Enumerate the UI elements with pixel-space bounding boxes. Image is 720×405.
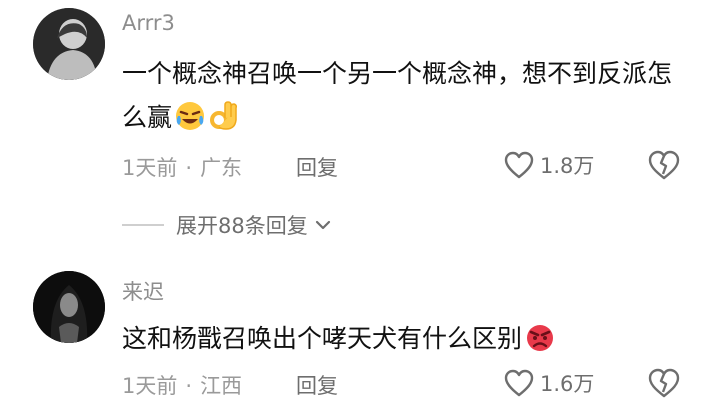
crying-laughing-emoji	[174, 100, 206, 132]
dislike-button[interactable]	[648, 368, 680, 398]
comment-text: 一个概念神召唤一个另一个概念神，想不到反派怎么赢	[122, 52, 682, 140]
meta-separator: ·	[185, 374, 193, 398]
broken-heart-icon	[648, 368, 680, 398]
username[interactable]: 来迟	[122, 276, 164, 306]
like-button[interactable]: 1.6万	[504, 368, 594, 398]
ok-hand-emoji	[208, 100, 240, 132]
like-count: 1.6万	[540, 372, 595, 396]
comment-meta: 1天前 · 江西	[122, 370, 242, 400]
username[interactable]: Arrr3	[122, 11, 175, 35]
expand-replies-button[interactable]: 展开88条回复	[122, 210, 332, 240]
reply-button[interactable]: 回复	[296, 152, 338, 182]
comment-meta: 1天前 · 广东	[122, 152, 242, 182]
comment-time: 1天前	[122, 156, 178, 180]
like-count: 1.8万	[540, 154, 595, 178]
angry-face-emoji	[524, 321, 556, 353]
expand-replies-label: 展开88条回复	[176, 214, 308, 238]
meta-separator: ·	[185, 156, 193, 180]
comment-text: 这和杨戬召唤出个哮天犬有什么区别	[122, 317, 682, 361]
heart-outline-icon	[504, 369, 534, 397]
chevron-down-icon	[315, 220, 330, 230]
avatar[interactable]	[33, 271, 105, 343]
comment-location: 江西	[200, 374, 243, 398]
comment-item: 来迟 这和杨戬召唤出个哮天犬有什么区别 1天前 · 江西 回复 1.6万	[0, 262, 720, 405]
heart-outline-icon	[504, 151, 534, 179]
expand-divider	[122, 224, 164, 226]
reply-button[interactable]: 回复	[296, 370, 338, 400]
comment-item: Arrr3 一个概念神召唤一个另一个概念神，想不到反派怎么赢 1天前 · 广东 回复…	[0, 0, 720, 262]
comment-text-content: 这和杨戬召唤出个哮天犬有什么区别	[122, 324, 523, 353]
dislike-button[interactable]	[648, 150, 680, 180]
comment-time: 1天前	[122, 374, 178, 398]
comment-location: 广东	[200, 156, 243, 180]
broken-heart-icon	[648, 150, 680, 180]
like-button[interactable]: 1.8万	[504, 150, 594, 180]
avatar[interactable]	[33, 8, 105, 80]
